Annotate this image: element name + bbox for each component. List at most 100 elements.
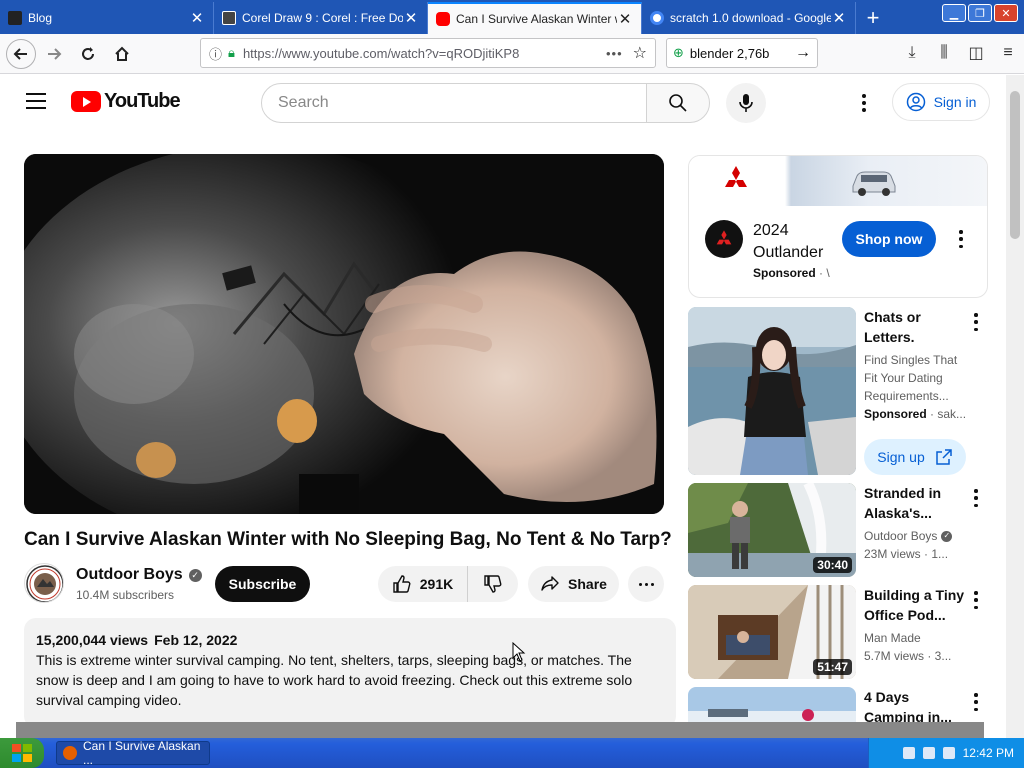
vertical-scrollbar[interactable] xyxy=(1006,75,1024,738)
sponsored-ad-card[interactable]: 2024 Outlander Sponsored · \ Shop now xyxy=(688,155,988,298)
settings-kebab-icon[interactable] xyxy=(854,91,874,115)
recommendation-title[interactable]: Chats or Letters. Share... xyxy=(864,307,968,347)
scrollbar-thumb[interactable] xyxy=(1010,91,1020,239)
share-button[interactable]: Share xyxy=(528,566,619,602)
tab-corel[interactable]: Corel Draw 9 : Corel : Free Down ✕ xyxy=(214,2,428,34)
logo-text: YouTube xyxy=(104,90,181,112)
tab-google[interactable]: scratch 1.0 download - Google ✕ xyxy=(642,2,856,34)
ad-description: Find Singles That Fit Your Dating Requir… xyxy=(864,353,958,403)
taskbar-window-button[interactable]: Can I Survive Alaskan ... xyxy=(56,739,210,767)
network-icon[interactable] xyxy=(902,747,915,759)
recommendation-channel[interactable]: Outdoor Boys ✓ xyxy=(864,527,974,545)
description-box[interactable]: 15,200,044 views Feb 12, 2022 This is ext… xyxy=(24,618,676,728)
recommendation-stats: 5.7M views · 3... xyxy=(864,649,952,663)
recommendation-kebab-icon[interactable] xyxy=(968,311,984,333)
forward-arrow-icon[interactable] xyxy=(38,38,70,70)
sign-in-button[interactable]: Sign in xyxy=(892,83,990,121)
page-actions-icon[interactable]: ••• xyxy=(606,46,623,61)
browser-search-bar[interactable]: ⊕ blender 2,76b → xyxy=(666,38,818,68)
hamburger-menu-icon[interactable] xyxy=(26,93,46,109)
url-text[interactable]: https://www.youtube.com/watch?v=qRODjiti… xyxy=(243,46,606,61)
subscribe-button[interactable]: Subscribe xyxy=(215,566,310,602)
more-actions-button[interactable] xyxy=(628,566,664,602)
search-input[interactable]: Search xyxy=(261,83,647,123)
toolbar-icons: ⤓ ⫼ ◫ ≡ xyxy=(896,38,1024,68)
upload-date: Feb 12, 2022 xyxy=(154,632,238,648)
maximize-icon[interactable]: ❐ xyxy=(968,4,992,22)
download-icon[interactable]: ⤓ xyxy=(896,38,928,68)
ad-title[interactable]: 2024 Outlander xyxy=(753,220,833,264)
recommendation-title[interactable]: 4 Days Camping in... xyxy=(864,687,968,722)
mitsubishi-logo-icon xyxy=(716,230,732,245)
dislike-button[interactable] xyxy=(468,574,518,594)
recommendation-title[interactable]: Stranded in Alaska's... xyxy=(864,483,968,523)
video-title: Can I Survive Alaskan Winter with No Sle… xyxy=(24,529,672,550)
recommendation-ad[interactable]: Chats or Letters. Share... Find Singles … xyxy=(688,307,988,475)
sponsored-text: Sponsored xyxy=(864,407,927,421)
new-tab-button[interactable]: + xyxy=(856,2,890,34)
sign-in-label: Sign in xyxy=(933,94,977,110)
tab-title: scratch 1.0 download - Google xyxy=(670,11,831,25)
search-query[interactable]: blender 2,76b xyxy=(690,46,795,61)
advertiser-logo[interactable] xyxy=(705,220,743,258)
shop-now-button[interactable]: Shop now xyxy=(842,221,936,257)
recommendation-thumbnail[interactable] xyxy=(688,687,856,722)
start-button[interactable] xyxy=(0,738,44,768)
menu-icon[interactable]: ≡ xyxy=(992,38,1024,68)
url-bar[interactable]: ⓘ 🔒︎ https://www.youtube.com/watch?v=qRO… xyxy=(200,38,656,68)
voice-search-button[interactable] xyxy=(726,83,766,123)
close-icon[interactable]: ✕ xyxy=(189,9,205,27)
minimize-icon[interactable]: ▁ xyxy=(942,4,966,22)
bookmark-star-icon[interactable]: ☆ xyxy=(633,43,647,63)
tray-app-icon[interactable] xyxy=(942,747,955,759)
go-arrow-icon[interactable]: → xyxy=(795,44,811,62)
recommendation-item[interactable]: 4 Days Camping in... xyxy=(688,687,988,722)
info-icon[interactable]: ⓘ xyxy=(209,44,222,63)
video-frame xyxy=(24,154,664,514)
ad-sponsored-label: Sponsored · sak... xyxy=(864,405,974,423)
close-icon[interactable]: ✕ xyxy=(831,9,847,27)
close-icon[interactable]: ✕ xyxy=(403,9,419,27)
recommendation-thumbnail[interactable] xyxy=(688,307,856,475)
volume-icon[interactable] xyxy=(922,747,935,759)
search-button[interactable] xyxy=(646,83,710,123)
video-player[interactable] xyxy=(24,154,664,514)
recommendation-kebab-icon[interactable] xyxy=(968,589,984,611)
reload-icon[interactable] xyxy=(72,38,104,70)
recommendation-item[interactable]: 30:40 Stranded in Alaska's... Outdoor Bo… xyxy=(688,483,988,577)
recommendation-channel[interactable]: Man Made xyxy=(864,629,974,647)
sign-up-button[interactable]: Sign up xyxy=(864,439,966,475)
recommendation-kebab-icon[interactable] xyxy=(968,487,984,509)
channel-avatar[interactable] xyxy=(24,563,64,603)
recommendation-thumbnail[interactable]: 30:40 xyxy=(688,483,856,577)
tab-youtube[interactable]: Can I Survive Alaskan Winter wi ✕ xyxy=(428,2,642,34)
sign-up-label: Sign up xyxy=(877,449,925,465)
window-close-icon[interactable]: ✕ xyxy=(994,4,1018,22)
back-arrow-icon[interactable] xyxy=(6,38,36,69)
channel-name-text[interactable]: Outdoor Boys xyxy=(76,566,183,584)
recommendation-title[interactable]: Building a Tiny Office Pod... xyxy=(864,585,968,625)
horizontal-scrollbar[interactable] xyxy=(16,722,984,738)
recommendation-kebab-icon[interactable] xyxy=(968,691,984,713)
ad-banner-image[interactable] xyxy=(689,156,987,206)
channel-text[interactable]: Outdoor Boys xyxy=(864,527,937,545)
sponsored-suffix: · \ xyxy=(819,266,830,280)
recommendation-thumbnail[interactable]: 51:47 xyxy=(688,585,856,679)
search-engine-icon[interactable]: ⊕ xyxy=(673,45,684,61)
system-tray: 12:42 PM xyxy=(868,738,1024,768)
view-count: 15,200,044 views xyxy=(36,632,149,648)
mouse-cursor-icon xyxy=(512,642,526,662)
like-button[interactable]: 291K xyxy=(378,566,468,602)
library-icon[interactable]: ⫼ xyxy=(928,38,960,68)
like-dislike-group: 291K xyxy=(378,566,518,602)
channel-name[interactable]: Outdoor Boys ✓ xyxy=(76,566,202,584)
home-icon[interactable] xyxy=(106,38,138,70)
recommendation-item[interactable]: 51:47 Building a Tiny Office Pod... Man … xyxy=(688,585,988,679)
ad-kebab-icon[interactable] xyxy=(953,228,969,250)
window-controls: ▁ ❐ ✕ xyxy=(942,4,1018,22)
subscriber-count: 10.4M subscribers xyxy=(76,588,175,602)
tab-blog[interactable]: Blog ✕ xyxy=(0,2,214,34)
sidebar-toggle-icon[interactable]: ◫ xyxy=(960,38,992,68)
close-icon[interactable]: ✕ xyxy=(617,10,633,28)
youtube-logo[interactable]: YouTube xyxy=(71,90,181,113)
